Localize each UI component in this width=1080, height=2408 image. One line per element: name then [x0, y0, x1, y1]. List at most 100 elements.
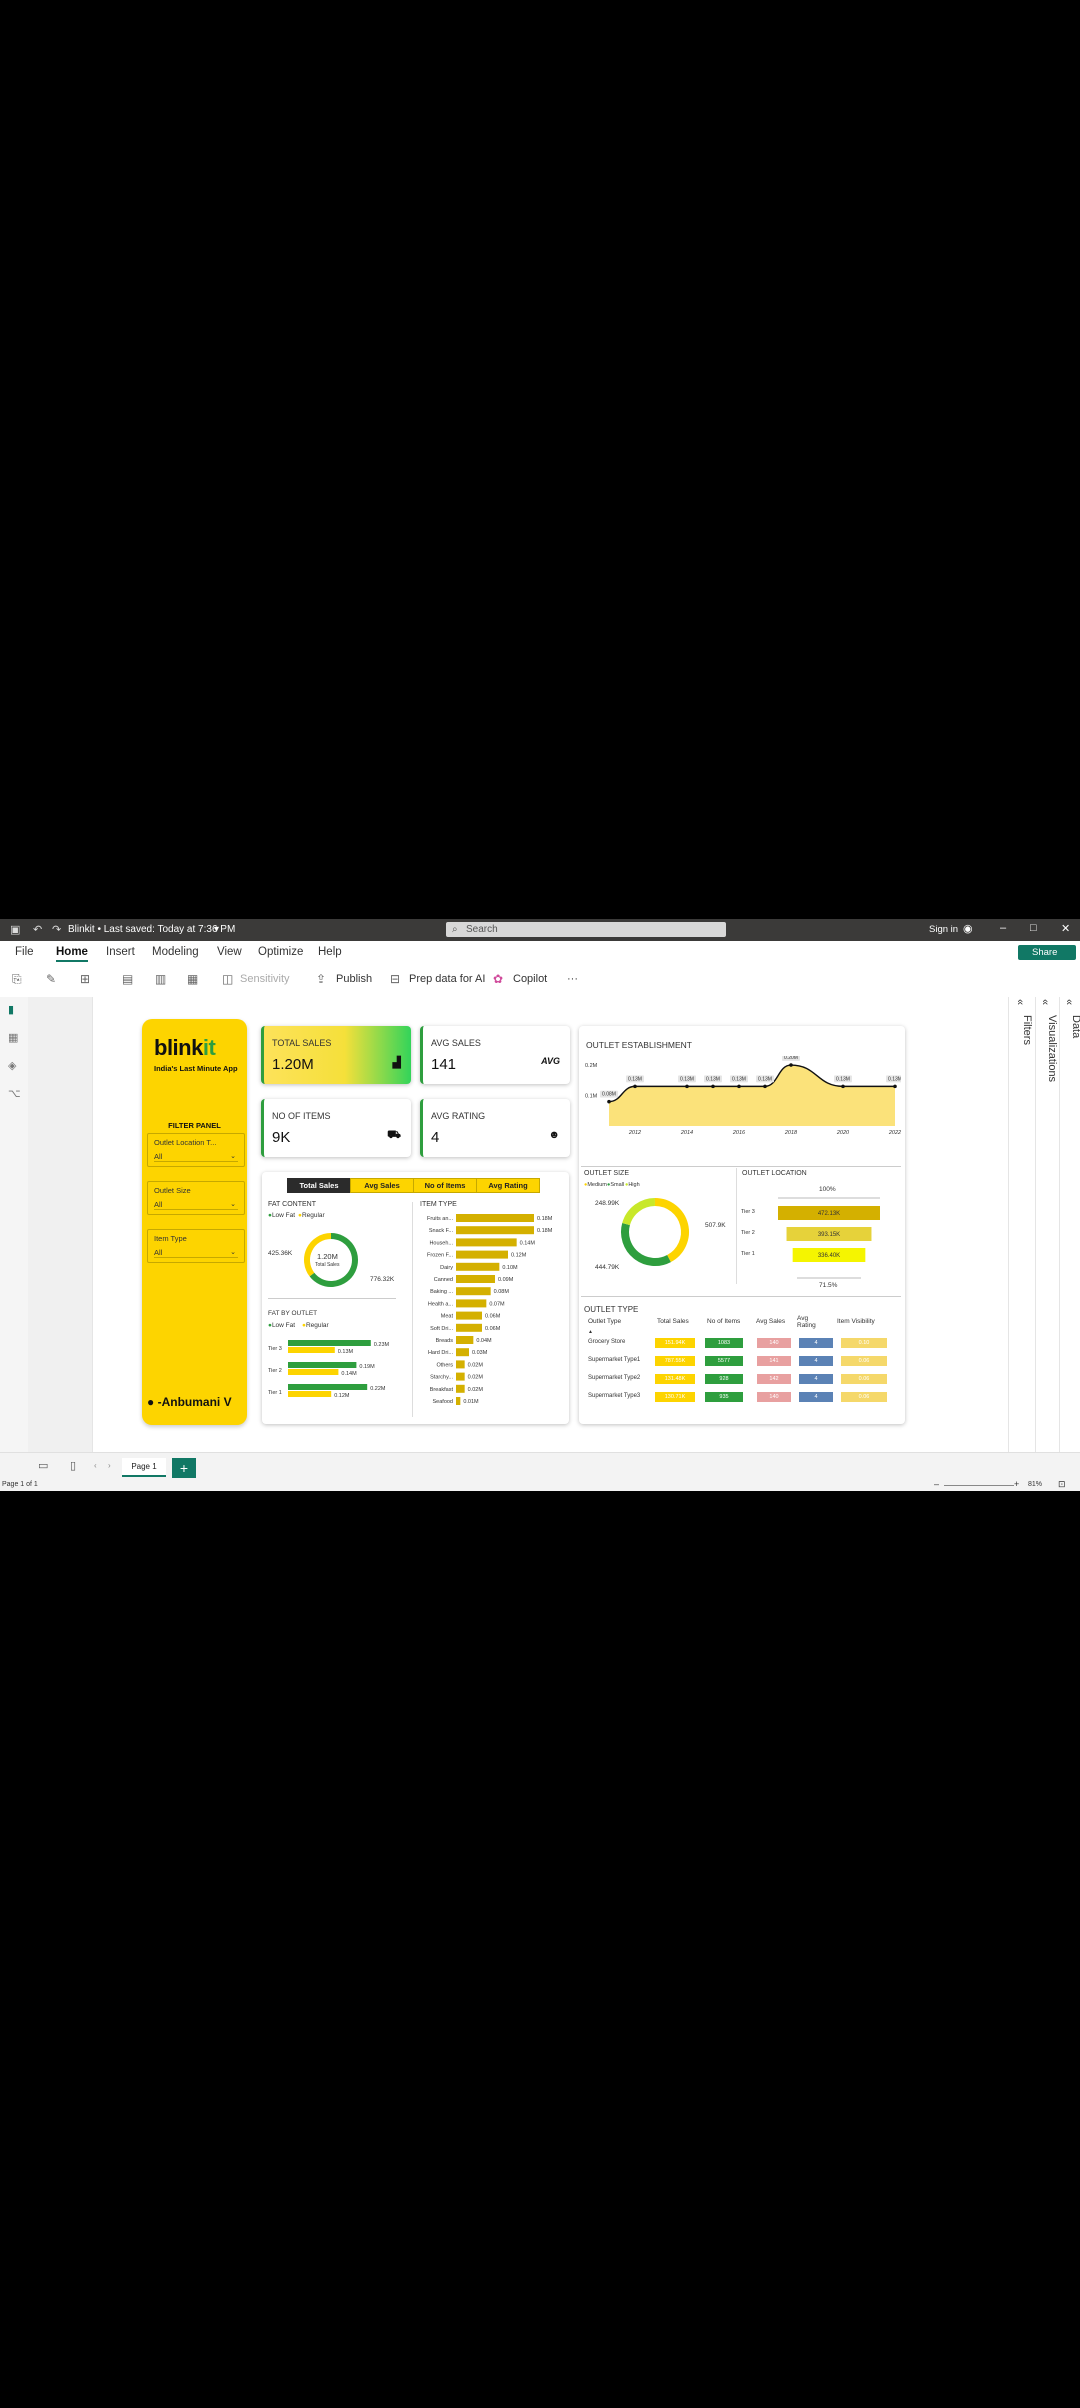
tagline: India's Last Minute App [154, 1064, 238, 1073]
bar-value-label: 0.19M [359, 1364, 375, 1370]
cell-avg: 142 [757, 1374, 791, 1384]
page-tab[interactable]: Page 1 [122, 1458, 166, 1477]
minimize-icon[interactable]: – [1000, 922, 1006, 934]
item-type-title: ITEM TYPE [420, 1201, 457, 1208]
zoom-slider[interactable] [944, 1485, 1014, 1486]
desktop-view-icon[interactable]: ▭ [38, 1459, 48, 1472]
chart-type-icon[interactable]: ▥ [155, 972, 166, 986]
account-icon[interactable]: ◉ [963, 922, 973, 935]
tab-total-sales[interactable]: Total Sales [287, 1178, 351, 1193]
kpi-no-of-items[interactable]: NO OF ITEMS 9K ⛟ [261, 1099, 411, 1157]
menu-help[interactable]: Help [318, 946, 342, 958]
menu-file[interactable]: File [15, 946, 34, 958]
slicer-item-type[interactable]: Item Type All ⌄ [147, 1229, 245, 1263]
legend-high: ●High [625, 1182, 640, 1188]
bar-value-label: 0.09M [498, 1277, 514, 1283]
dashboard-sidebar: blinkit India's Last Minute App FILTER P… [142, 1019, 247, 1425]
tab-avg-sales[interactable]: Avg Sales [350, 1178, 414, 1193]
save-icon[interactable]: ▣ [10, 923, 20, 936]
tab-avg-rating[interactable]: Avg Rating [476, 1178, 540, 1193]
get-data-icon[interactable]: ⊞ [80, 972, 90, 986]
kpi-avg-sales[interactable]: AVG SALES 141 AVG [420, 1026, 570, 1084]
redo-icon[interactable]: ↷ [52, 923, 61, 936]
sensitivity-button[interactable]: Sensitivity [240, 973, 290, 985]
table-row[interactable]: Supermarket Type2 131.48K 928 142 4 0.06 [579, 1372, 905, 1390]
kpi-total-sales[interactable]: TOTAL SALES 1.20M ▟ [261, 1026, 411, 1084]
table-row[interactable]: Supermarket Type1 787.55K 5577 141 4 0.0… [579, 1354, 905, 1372]
item-type-chart[interactable]: Fruits an... 0.18M Snack F... 0.18M Househ..… [416, 1210, 566, 1422]
kpi-value: 4 [431, 1129, 440, 1146]
outlet-location-funnel[interactable]: Tier 3 472.13K Tier 2 393.15K Tier 1 336.40K [739, 1196, 901, 1282]
visualizations-pane[interactable]: Visualizations [1046, 1015, 1058, 1082]
divider [581, 1166, 901, 1167]
maximize-icon[interactable]: □ [1030, 922, 1037, 934]
slicer-value[interactable]: All ⌄ [154, 1200, 238, 1210]
next-page-icon[interactable]: › [108, 1461, 111, 1470]
item-type-label: Fruits an... [427, 1216, 453, 1222]
more-options-button[interactable]: ··· [567, 973, 578, 985]
table-view-icon[interactable]: ▦ [8, 1031, 18, 1044]
table-row[interactable]: Grocery Store 151.94K 1083 140 4 0.10 [579, 1336, 905, 1354]
kpi-avg-rating[interactable]: AVG RATING 4 ☻ [420, 1099, 570, 1157]
cell-sales: 131.48K [655, 1374, 695, 1384]
kpi-title: TOTAL SALES [272, 1038, 332, 1048]
menu-modeling[interactable]: Modeling [152, 946, 199, 958]
right-panes: « Filters « Visualizations « Data [1008, 997, 1080, 1452]
data-pane[interactable]: Data [1070, 1015, 1080, 1038]
filters-pane[interactable]: Filters [1021, 1015, 1033, 1045]
close-icon[interactable]: ✕ [1061, 922, 1070, 935]
slicer-value[interactable]: All ⌄ [154, 1248, 238, 1258]
outlet-size-donut[interactable] [617, 1194, 693, 1270]
slicer-outlet-location[interactable]: Outlet Location T... All ⌄ [147, 1133, 245, 1167]
add-page-button[interactable]: + [172, 1458, 196, 1478]
zoom-in-icon[interactable]: + [1014, 1479, 1019, 1489]
fat-by-outlet-chart[interactable]: Tier 3 0.23M 0.13M Tier 2 0.19M0.14M Tier 1 0.… [266, 1340, 400, 1420]
collapse-data-icon[interactable]: « [1063, 999, 1075, 1005]
new-visual-icon[interactable]: ▤ [122, 972, 133, 986]
menu-view[interactable]: View [217, 946, 242, 958]
mobile-view-icon[interactable]: ▯ [70, 1459, 76, 1472]
cart-icon: ⛟ [387, 1129, 401, 1141]
sign-in-link[interactable]: Sign in [929, 924, 958, 935]
table-row[interactable]: Supermarket Type3 130.71K 935 140 4 0.06 [579, 1390, 905, 1408]
model-view-icon[interactable]: ◈ [8, 1059, 16, 1072]
fit-page-icon[interactable]: ⊡ [1058, 1479, 1066, 1490]
menu-insert[interactable]: Insert [106, 946, 135, 958]
zoom-level[interactable]: 81% [1028, 1481, 1042, 1488]
text-box-icon[interactable]: ▦ [187, 972, 198, 986]
col-item-visibility: Item Visibility [837, 1318, 875, 1325]
zoom-out-icon[interactable]: – [934, 1479, 939, 1489]
tier-label: Tier 1 [268, 1390, 282, 1396]
data-point [763, 1084, 767, 1089]
pane-divider [1059, 997, 1060, 1452]
data-label: 0.13M [836, 1076, 850, 1082]
copilot-button[interactable]: Copilot [513, 973, 547, 985]
donut-label-regular: 425.36K [268, 1250, 293, 1257]
item-type-bar [456, 1214, 534, 1222]
sensitivity-icon: ◫ [222, 972, 234, 986]
collapse-filters-icon[interactable]: « [1014, 999, 1026, 1005]
outlet-establishment-chart[interactable]: 0.2M 0.1M 0.08M 0.13M 0.13M 0.13M 0.13M 0.13M 0.… [581, 1056, 901, 1140]
paste-icon[interactable]: ⎘ [12, 972, 22, 987]
sort-arrow-icon[interactable]: ▲ [588, 1329, 593, 1335]
dax-view-icon[interactable]: ⌥ [8, 1087, 21, 1100]
search-input[interactable]: ⌕ Search [446, 922, 726, 937]
tab-no-of-items[interactable]: No of Items [413, 1178, 477, 1193]
collapse-viz-icon[interactable]: « [1039, 999, 1051, 1005]
undo-icon[interactable]: ↶ [33, 923, 42, 936]
report-view-icon[interactable]: ▮ [8, 1003, 14, 1016]
prep-data-button[interactable]: Prep data for AI [409, 973, 485, 985]
slicer-value[interactable]: All ⌄ [154, 1152, 238, 1162]
slicer-outlet-size[interactable]: Outlet Size All ⌄ [147, 1181, 245, 1215]
filter-panel-title: FILTER PANEL [168, 1121, 221, 1130]
prev-page-icon[interactable]: ‹ [94, 1461, 97, 1470]
menu-optimize[interactable]: Optimize [258, 946, 303, 958]
share-button[interactable]: Share [1018, 945, 1076, 960]
menu-home[interactable]: Home [56, 946, 88, 962]
funnel-bottom-pct: 71.5% [819, 1282, 838, 1289]
bar-value-label: 0.03M [472, 1350, 488, 1356]
data-point [737, 1084, 741, 1089]
publish-button[interactable]: Publish [336, 973, 372, 985]
format-painter-icon[interactable]: ✎ [46, 972, 56, 986]
chevron-down-icon[interactable]: ▾ [214, 924, 219, 935]
